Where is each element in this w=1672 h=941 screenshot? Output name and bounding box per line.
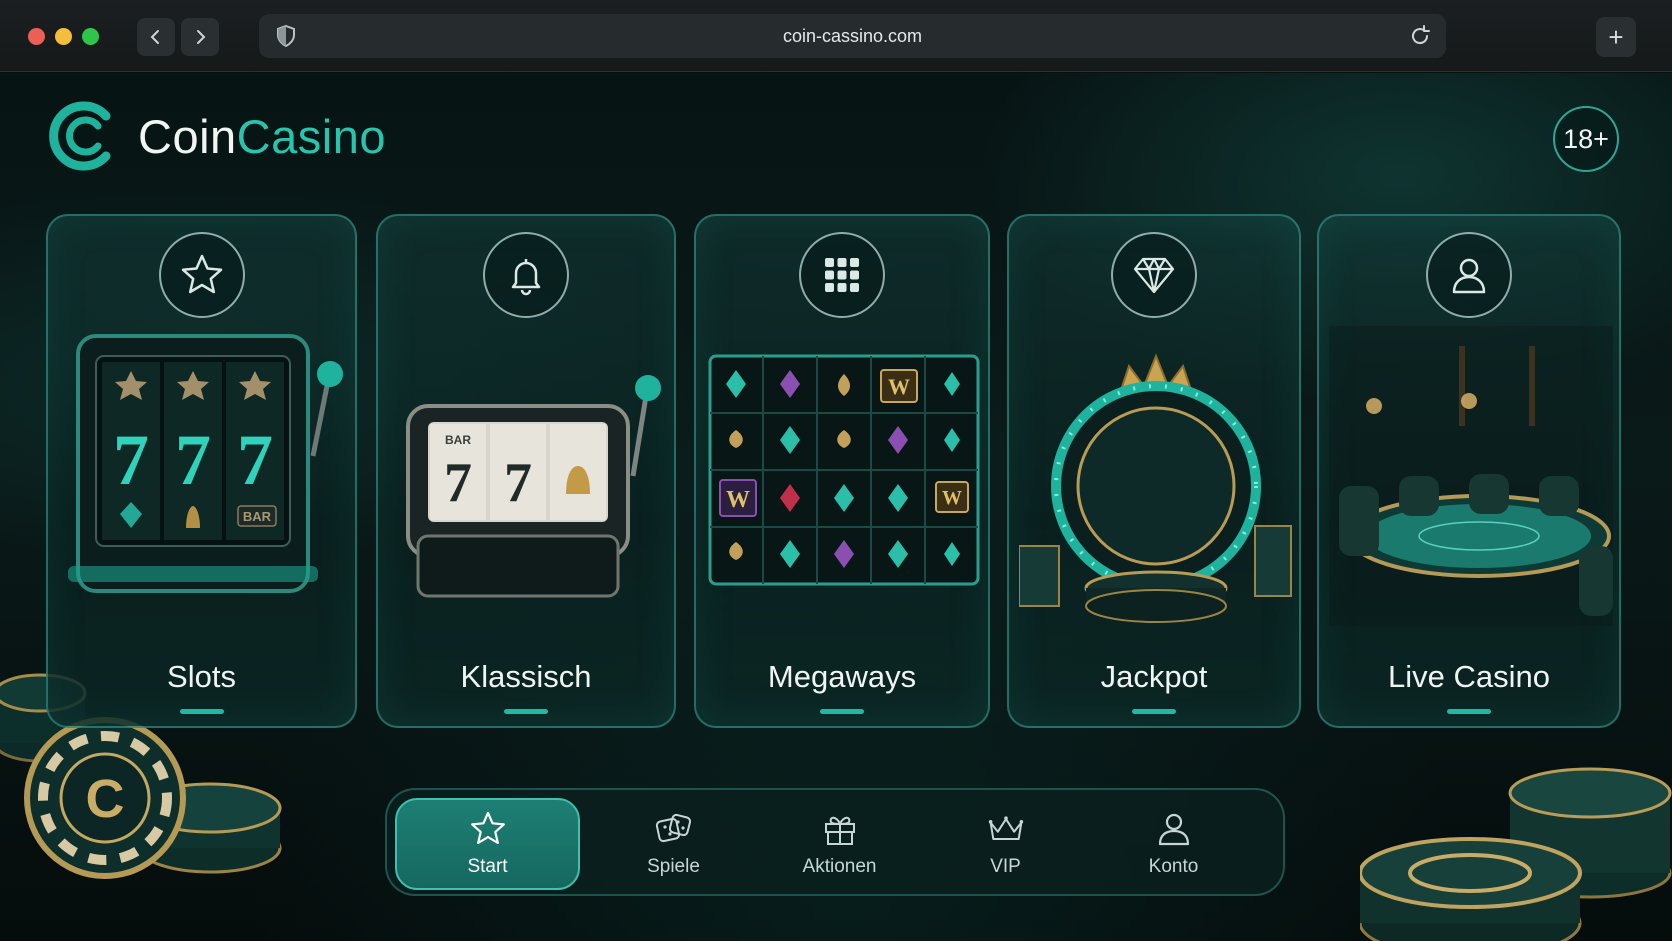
dice-icon xyxy=(655,813,691,843)
slot-machine-illustration: 7 7 7 BAR xyxy=(68,334,343,593)
nav-item-spiele[interactable]: Spiele xyxy=(581,798,766,890)
nav-label-start: Start xyxy=(467,856,508,877)
grid-icon xyxy=(799,232,885,318)
classic-slot-illustration: BAR 7 7 xyxy=(406,375,661,598)
reel-symbol-3: 7 xyxy=(237,420,273,500)
reload-icon[interactable] xyxy=(1408,24,1432,48)
plus-icon: + xyxy=(1608,21,1624,52)
browser-toolbar: coin-cassino.com + xyxy=(0,0,1672,72)
bar-symbol-classic: BAR xyxy=(445,433,471,447)
wild-symbol-3: W xyxy=(942,487,962,509)
category-underline xyxy=(820,709,864,714)
close-window-button[interactable] xyxy=(28,28,45,45)
chevron-left-icon xyxy=(150,30,159,44)
brand-logo[interactable]: CoinCasino xyxy=(48,100,386,172)
reel-symbol-1: 7 xyxy=(113,420,149,500)
jackpot-ring-illustration xyxy=(1019,353,1292,623)
category-card-live-casino[interactable]: Live Casino xyxy=(1317,214,1621,728)
diamond-icon xyxy=(1111,232,1197,318)
nav-item-vip[interactable]: VIP xyxy=(913,798,1098,890)
category-label-klassisch: Klassisch xyxy=(460,659,592,694)
live-casino-table-illustration xyxy=(1329,326,1613,626)
category-label-jackpot: Jackpot xyxy=(1100,659,1208,694)
age-restriction-badge: 18+ xyxy=(1553,106,1619,172)
category-label-live-casino: Live Casino xyxy=(1388,659,1550,694)
shield-icon xyxy=(277,24,295,48)
casino-chips-decoration-right xyxy=(1360,767,1672,941)
gift-icon xyxy=(824,816,855,845)
page-content: C CoinCasino 18+ 7 7 7 BAR Slots BAR 7 7… xyxy=(0,73,1672,941)
nav-label-spiele: Spiele xyxy=(647,856,700,877)
user-icon xyxy=(1158,813,1189,846)
bottom-navigation: Start Spiele Aktionen VIP Konto xyxy=(385,788,1285,896)
category-underline xyxy=(179,709,224,714)
window-controls xyxy=(28,28,99,45)
crown-icon xyxy=(988,816,1023,840)
bell-icon xyxy=(483,232,569,318)
reel-symbol-2: 7 xyxy=(175,420,211,500)
category-underline xyxy=(1447,709,1491,714)
coin-logo-icon xyxy=(49,101,111,171)
minimize-window-button[interactable] xyxy=(55,28,72,45)
category-card-slots[interactable]: 7 7 7 BAR Slots xyxy=(46,214,357,728)
star-icon xyxy=(470,811,505,844)
url-text: coin-cassino.com xyxy=(782,25,923,46)
nav-label-vip: VIP xyxy=(990,856,1021,877)
forward-button[interactable] xyxy=(181,18,219,56)
nav-item-konto[interactable]: Konto xyxy=(1081,798,1266,890)
chevron-right-icon xyxy=(197,30,206,44)
nav-item-aktionen[interactable]: Aktionen xyxy=(747,798,932,890)
category-underline xyxy=(1132,709,1176,714)
user-icon xyxy=(1426,232,1512,318)
bar-symbol: BAR xyxy=(243,509,272,524)
svg-text:C: C xyxy=(86,769,125,829)
classic-reel-1: 7 xyxy=(444,452,472,514)
wild-symbol-1: W xyxy=(888,374,910,399)
maximize-window-button[interactable] xyxy=(82,28,99,45)
classic-reel-2: 7 xyxy=(504,452,532,514)
star-icon xyxy=(158,232,245,318)
category-card-jackpot[interactable]: Jackpot xyxy=(1007,214,1301,728)
address-bar[interactable]: coin-cassino.com xyxy=(259,14,1446,58)
category-label-megaways: Megaways xyxy=(767,659,917,694)
nav-item-start[interactable]: Start xyxy=(395,798,580,890)
megaways-grid-illustration: W W W xyxy=(708,354,980,586)
category-label-slots: Slots xyxy=(167,659,236,694)
wild-symbol-2: W xyxy=(726,487,750,513)
nav-label-konto: Konto xyxy=(1148,856,1199,877)
category-card-klassisch[interactable]: BAR 7 7 Klassisch xyxy=(376,214,676,728)
category-card-megaways[interactable]: W W W Megaways xyxy=(694,214,990,728)
brand-name-part1: Coin xyxy=(138,109,237,163)
back-button[interactable] xyxy=(137,18,175,56)
category-underline xyxy=(504,709,548,714)
brand-name: CoinCasino xyxy=(138,109,386,164)
brand-name-part2: Casino xyxy=(236,109,386,163)
new-tab-button[interactable]: + xyxy=(1596,17,1636,57)
nav-label-aktionen: Aktionen xyxy=(802,856,877,877)
